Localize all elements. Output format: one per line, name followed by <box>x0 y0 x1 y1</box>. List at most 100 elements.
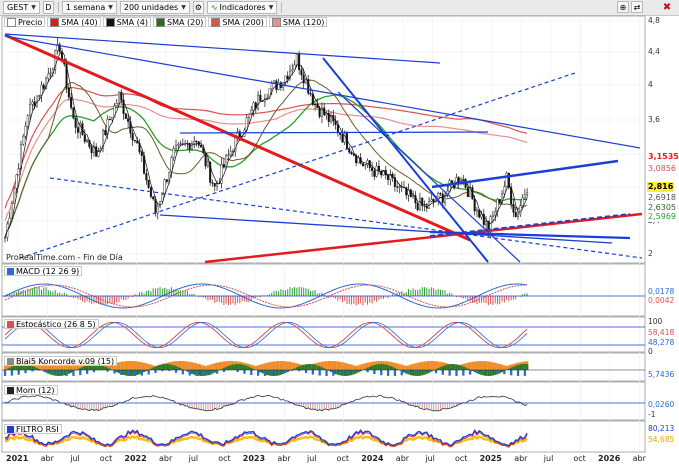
koncorde-blue-bar <box>332 370 335 376</box>
koncorde-blue-bar <box>414 370 417 373</box>
candle-body <box>188 143 191 150</box>
koncorde-green-bar <box>307 364 310 370</box>
candle-body <box>211 182 214 184</box>
chart-canvas[interactable] <box>0 0 679 466</box>
candle-body <box>498 198 501 203</box>
koncorde-blue-bar <box>325 370 328 376</box>
koncorde-orange-bar <box>475 361 479 370</box>
koncorde-orange-bar <box>489 361 492 370</box>
koncorde-green-bar <box>33 366 36 370</box>
candle-body <box>76 127 79 133</box>
koncorde-orange-bar <box>218 362 221 370</box>
koncorde-green-bar <box>386 365 390 370</box>
candle-body <box>133 139 136 142</box>
legend-item[interactable]: SMA (40) <box>47 17 101 27</box>
candle-body <box>409 189 412 198</box>
koncorde-orange-bar <box>197 363 200 370</box>
koncorde-green-bar <box>67 370 71 374</box>
koncorde-orange-bar <box>482 361 485 370</box>
legend-item[interactable]: SMA (4) <box>102 17 151 27</box>
koncorde-orange-bar <box>361 363 365 370</box>
koncorde-orange-bar <box>491 362 495 370</box>
time-axis-label: abr <box>40 454 54 463</box>
koncorde-orange-bar <box>352 365 356 370</box>
koncorde-green-bar <box>405 370 408 374</box>
koncorde-green-bar <box>268 370 271 376</box>
koncorde-green-bar <box>138 370 141 375</box>
koncorde-green-bar <box>129 370 132 376</box>
candle-body <box>298 53 301 70</box>
koncorde-blue-bar <box>380 370 383 376</box>
koncorde-blue-bar <box>393 370 397 376</box>
time-axis-label: jul <box>425 454 435 463</box>
panel-label-filtro[interactable]: FILTRO RSI <box>4 424 62 434</box>
koncorde-blue-bar <box>181 370 185 375</box>
koncorde-green-bar <box>197 370 200 376</box>
koncorde-green-bar <box>462 366 465 370</box>
koncorde-green-bar <box>377 364 381 370</box>
koncorde-green-bar <box>389 365 392 370</box>
candle-body <box>108 119 111 121</box>
koncorde-blue-bar <box>434 370 438 374</box>
koncorde-blue-bar <box>448 370 451 376</box>
candle-body <box>250 109 253 114</box>
legend-label: SMA (20) <box>166 17 204 27</box>
koncorde-green-bar <box>117 370 121 374</box>
legend-item[interactable]: SMA (200) <box>208 17 267 27</box>
koncorde-green-bar <box>211 370 214 374</box>
koncorde-green-bar <box>161 364 164 370</box>
koncorde-blue-bar <box>195 370 198 376</box>
koncorde-blue-bar <box>140 370 143 376</box>
panel-label-koncorde[interactable]: Blai5 Koncorde v.09 (15) <box>4 356 118 366</box>
koncorde-orange-bar <box>471 361 474 370</box>
koncorde-orange-bar <box>193 362 196 370</box>
koncorde-orange-bar <box>325 361 328 370</box>
candle-body <box>450 180 453 184</box>
candle-body <box>373 170 376 177</box>
panel-label-stoch[interactable]: Estocástico (26 8 5) <box>4 319 99 329</box>
koncorde-blue-bar <box>339 370 342 375</box>
legend-item[interactable]: SMA (120) <box>268 17 328 27</box>
panel-label-mom[interactable]: Mom (12) <box>4 385 58 395</box>
legend-label: SMA (4) <box>116 17 148 27</box>
koncorde-blue-bar <box>44 370 48 373</box>
koncorde-green-bar <box>174 366 178 370</box>
koncorde-orange-bar <box>503 365 506 370</box>
legend-item[interactable]: Precio <box>4 17 46 27</box>
candle-body <box>152 196 155 200</box>
candle-body <box>3 237 6 239</box>
koncorde-green-bar <box>494 370 497 375</box>
candle-body <box>117 91 120 104</box>
koncorde-green-bar <box>8 367 11 370</box>
koncorde-blue-bar <box>462 370 465 376</box>
koncorde-green-bar <box>380 364 383 370</box>
koncorde-green-bar <box>49 370 52 375</box>
candle-body <box>161 194 164 202</box>
macd-signal-tag: 0,0042 <box>648 296 675 305</box>
koncorde-green-bar <box>199 370 203 376</box>
panel-label-macd[interactable]: MACD (12 26 9) <box>4 266 83 276</box>
candle-body <box>74 118 77 128</box>
koncorde-orange-bar <box>327 361 330 370</box>
koncorde-green-bar <box>60 370 64 376</box>
filtro-value-tag: 80,213 <box>648 424 675 433</box>
koncorde-green-bar <box>250 367 253 370</box>
koncorde-blue-bar <box>133 370 137 376</box>
candle-body <box>478 209 481 218</box>
legend-item[interactable]: SMA (20) <box>152 17 207 27</box>
candle-body <box>213 183 216 187</box>
candle-body <box>24 126 27 137</box>
candle-body <box>466 187 469 197</box>
koncorde-green-bar <box>418 370 422 376</box>
candle-body <box>291 69 294 72</box>
mom-panel <box>1 381 646 421</box>
candle-body <box>159 201 162 207</box>
candle-body <box>309 93 312 95</box>
koncorde-green-bar <box>122 370 125 375</box>
price-tag: 2,5969 <box>647 212 677 222</box>
koncorde-orange-bar <box>195 363 198 370</box>
koncorde-green-bar <box>206 370 210 376</box>
koncorde-green-bar <box>425 370 428 374</box>
koncorde-orange-bar <box>136 361 139 370</box>
koncorde-blue-bar <box>475 370 479 374</box>
